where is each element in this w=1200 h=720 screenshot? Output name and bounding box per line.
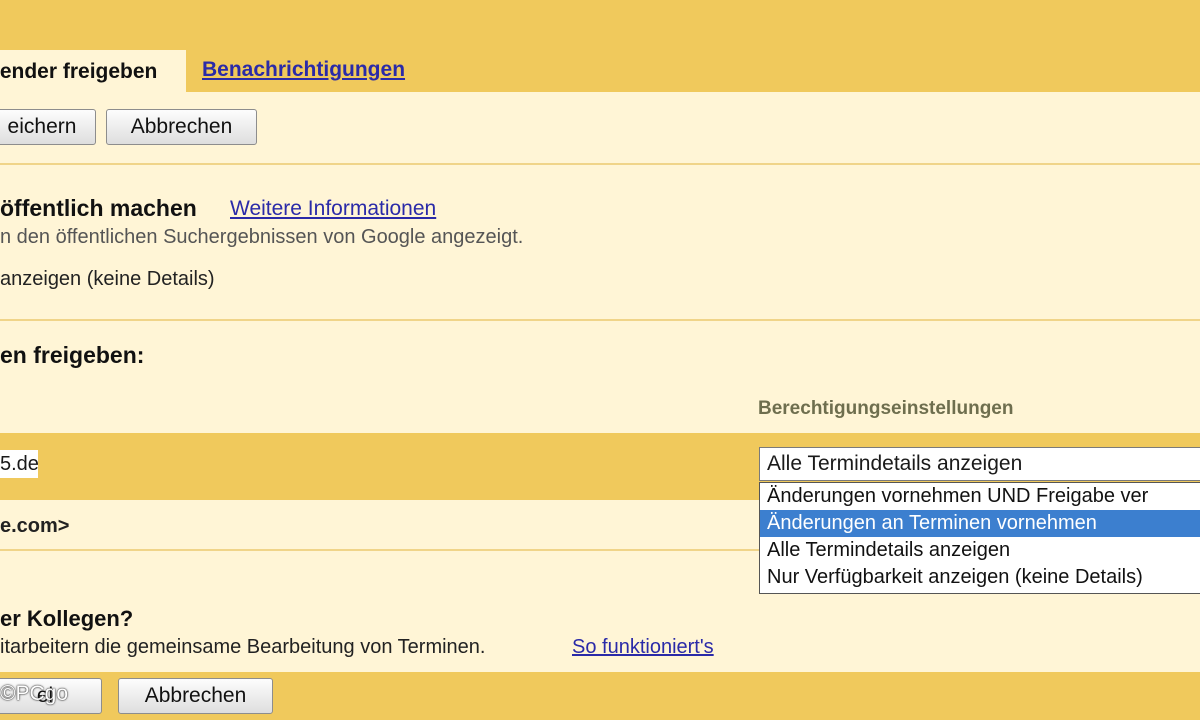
permission-option[interactable]: Nur Verfügbarkeit anzeigen (keine Detail… xyxy=(760,564,1200,591)
share-section-heading: en freigeben: xyxy=(0,342,145,368)
cancel-button-bottom[interactable]: Abbrechen xyxy=(118,678,273,714)
divider xyxy=(0,163,1200,165)
colleagues-description: itarbeitern die gemeinsame Bearbeitung v… xyxy=(0,636,486,658)
tab-notifications[interactable]: Benachrichtigungen xyxy=(202,58,405,82)
colleagues-heading: er Kollegen? xyxy=(0,606,134,631)
save-button-top[interactable]: eichern xyxy=(0,109,96,145)
permission-option[interactable]: Alle Termindetails anzeigen xyxy=(760,537,1200,564)
how-it-works-link[interactable]: So funktioniert's xyxy=(572,636,714,659)
permission-option[interactable]: Änderungen vornehmen UND Freigabe ver xyxy=(760,483,1200,510)
watermark: ©PCgo xyxy=(0,682,69,705)
permission-dropdown[interactable]: Änderungen vornehmen UND Freigabe ver Än… xyxy=(759,482,1200,594)
public-section-heading: öffentlich machen xyxy=(0,195,197,221)
email-input[interactable]: 5.de xyxy=(0,450,38,478)
permission-option[interactable]: Änderungen an Terminen vornehmen xyxy=(760,510,1200,537)
permission-settings-header: Berechtigungseinstellungen xyxy=(758,398,1014,419)
permission-select[interactable]: Alle Termindetails anzeigen xyxy=(759,447,1200,481)
more-info-link[interactable]: Weitere Informationen xyxy=(230,197,436,221)
owner-row-label: e.com> xyxy=(0,515,70,537)
public-option-label[interactable]: anzeigen (keine Details) xyxy=(0,268,215,291)
divider xyxy=(0,319,1200,321)
public-section-description: n den öffentlichen Suchergebnissen von G… xyxy=(0,226,524,248)
tab-share-calendar[interactable]: lender freigeben xyxy=(0,50,186,92)
cancel-button-top[interactable]: Abbrechen xyxy=(106,109,257,145)
